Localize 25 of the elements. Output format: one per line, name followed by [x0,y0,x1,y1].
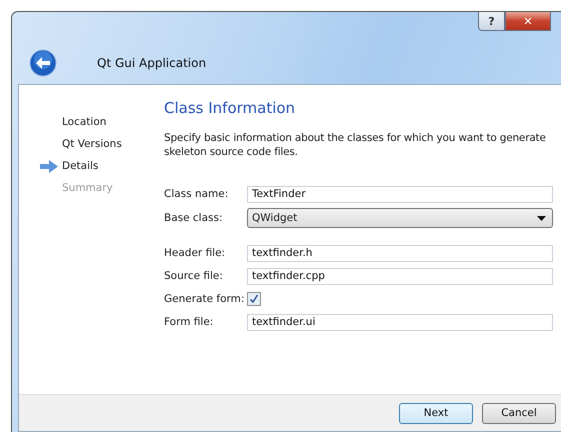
step-label: Location [62,116,106,128]
window-title: Qt Gui Application [97,56,206,70]
step-label: Details [62,160,98,172]
dialog-button[interactable]: Next [399,402,473,424]
close-button[interactable]: ✕ [505,12,551,31]
input-field[interactable]: textfinder.ui [247,314,553,330]
input-field[interactable]: textfinder.h [247,244,553,262]
dropdown[interactable]: QWidget [247,208,553,228]
field-label: Header file: [164,247,226,259]
dialog-button[interactable]: Cancel [482,402,556,424]
checkbox[interactable] [247,292,261,306]
back-button[interactable] [29,49,57,77]
step-label: Qt Versions [62,138,122,150]
page-title: Class Information [164,99,296,117]
step-label: Summary [62,182,113,194]
field-label: Form file: [164,316,214,328]
field-label: Generate form: [164,293,246,305]
help-button[interactable]: ? [478,12,505,31]
description: Specify basic information about the classes for which you want to generate skeleton source code files. [164,131,547,159]
field-label: Base class: [164,212,224,224]
input-field[interactable]: TextFinder [247,186,553,202]
field-label: Class name: [164,188,230,200]
field-label: Source file: [164,270,224,282]
input-field[interactable]: textfinder.cpp [247,268,553,284]
dropdown-arrow-icon [537,216,546,220]
